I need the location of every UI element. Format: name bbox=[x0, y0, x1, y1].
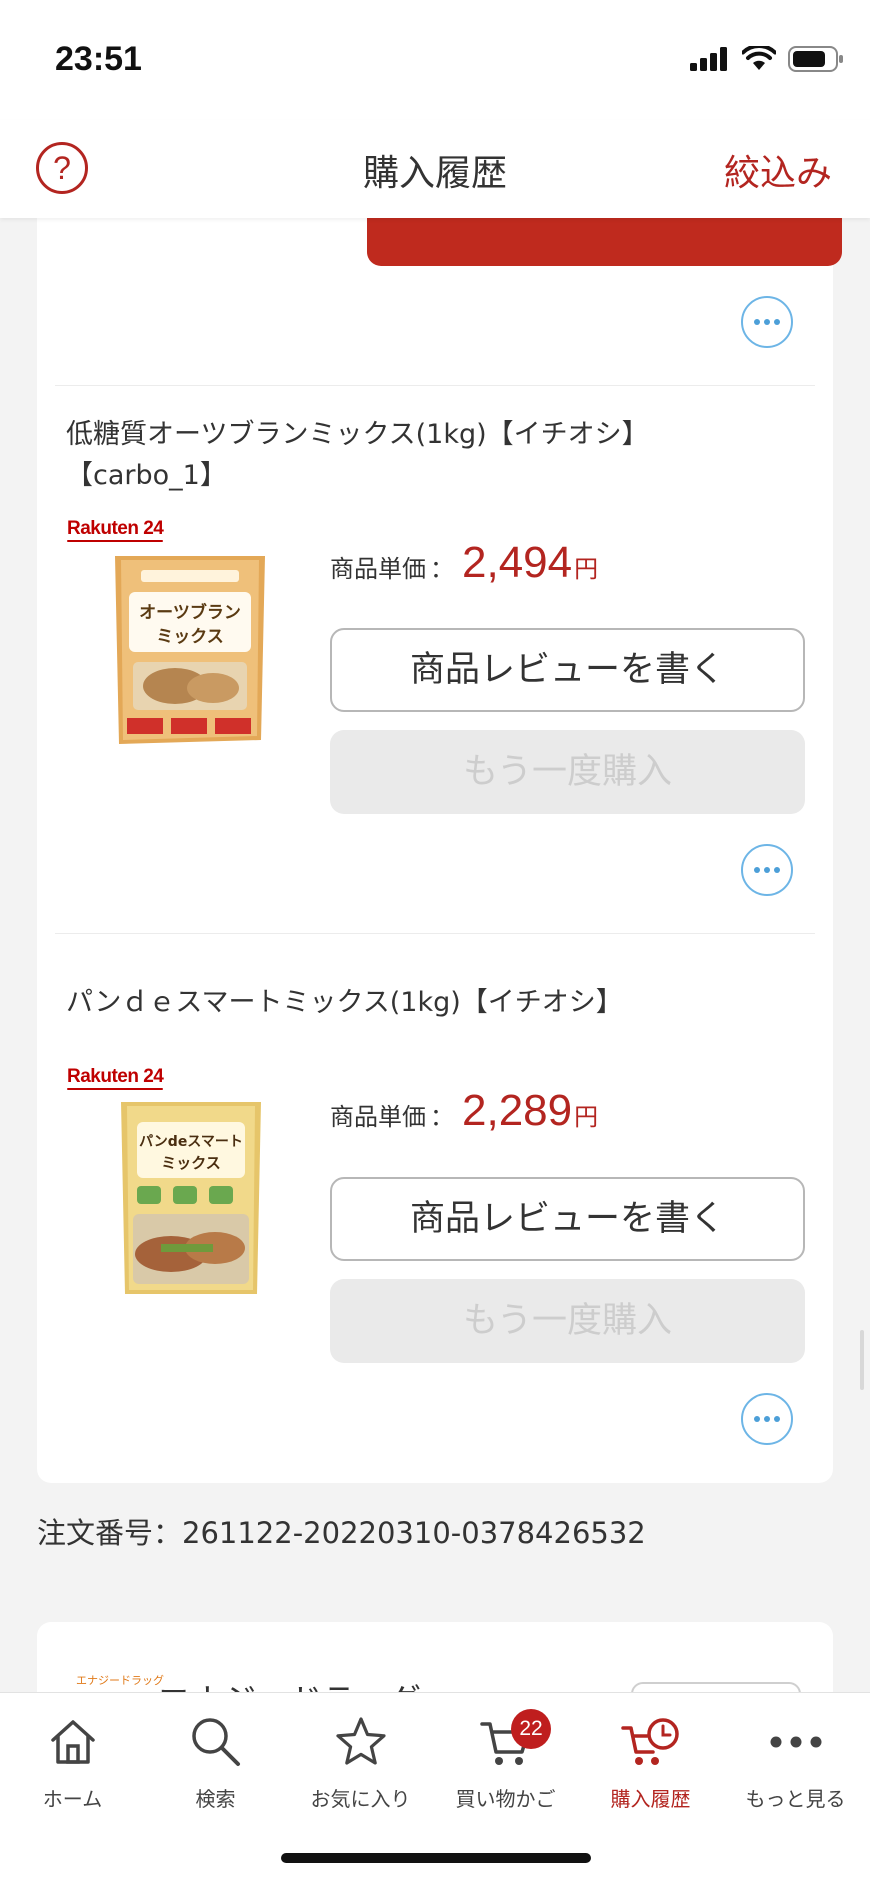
svg-text:オーツブラン: オーツブラン bbox=[139, 602, 241, 623]
product-name[interactable]: パンｄｅスマートミックス(1kg)【イチオシ】 bbox=[66, 982, 746, 1023]
currency-label: 円 bbox=[574, 1103, 599, 1131]
dot-icon bbox=[754, 319, 760, 325]
cart-count-badge: 22 bbox=[511, 1709, 551, 1749]
product-image[interactable]: パンdeスマート ミックス bbox=[111, 1098, 271, 1298]
tab-label: お気に入り bbox=[310, 1787, 411, 1811]
dot-icon bbox=[754, 1416, 760, 1422]
unit-price-colon: ： bbox=[430, 1103, 454, 1131]
status-time: 23:51 bbox=[55, 40, 142, 78]
status-icons bbox=[690, 46, 844, 72]
status-bar: 23:51 bbox=[0, 0, 870, 120]
star-icon bbox=[335, 1717, 386, 1765]
unit-price-label: 商品単価 bbox=[330, 555, 426, 583]
unit-price-value: 2,289 bbox=[462, 1086, 573, 1135]
write-review-button[interactable]: 商品レビューを書く bbox=[330, 1177, 805, 1261]
cellular-signal-icon bbox=[690, 47, 727, 71]
rebuy-button-disabled[interactable]: もう一度購入 bbox=[330, 730, 805, 814]
tab-label: 購入履歴 bbox=[610, 1787, 691, 1811]
tab-more[interactable]: もっと見る bbox=[723, 1711, 868, 1812]
dot-icon bbox=[764, 867, 770, 873]
write-review-button[interactable]: 商品レビューを書く bbox=[330, 628, 805, 712]
more-options-button[interactable] bbox=[741, 844, 793, 896]
purchase-history-icon bbox=[620, 1718, 679, 1765]
dot-icon bbox=[774, 867, 780, 873]
tab-purchase-history[interactable]: 購入履歴 bbox=[578, 1711, 723, 1812]
unit-price: 商品単価 ： 2,289 円 bbox=[330, 1086, 598, 1136]
order-card: もう一度購入 低糖質オーツブランミックス(1kg)【イチオシ】【carbo_1】… bbox=[37, 160, 842, 1483]
svg-text:ミックス: ミックス bbox=[156, 627, 224, 647]
dot-icon bbox=[764, 1416, 770, 1422]
unit-price-colon: ： bbox=[430, 555, 454, 583]
tab-cart[interactable]: 22 買い物かご bbox=[433, 1709, 578, 1812]
tab-favorites[interactable]: お気に入り bbox=[288, 1711, 433, 1812]
item-divider bbox=[55, 933, 815, 934]
rakuten24-logo: Rakuten 24 bbox=[67, 1066, 164, 1090]
home-indicator[interactable] bbox=[281, 1853, 591, 1863]
item-divider bbox=[55, 385, 815, 386]
product-name[interactable]: 低糖質オーツブランミックス(1kg)【イチオシ】【carbo_1】 bbox=[66, 414, 746, 496]
more-options-button[interactable] bbox=[741, 1393, 793, 1445]
tab-label: もっと見る bbox=[745, 1787, 846, 1811]
tab-search[interactable]: 検索 bbox=[143, 1711, 288, 1812]
search-icon bbox=[191, 1718, 240, 1766]
wifi-icon bbox=[742, 46, 776, 70]
unit-price: 商品単価 ： 2,494 円 bbox=[330, 538, 598, 588]
dot-icon bbox=[754, 867, 760, 873]
rebuy-button-disabled[interactable]: もう一度購入 bbox=[330, 1279, 805, 1363]
tab-label: ホーム bbox=[42, 1787, 103, 1811]
order-number: 注文番号：261122-20220310-0378426532 bbox=[37, 1516, 646, 1550]
app-header: ? 購入履歴 絞込み bbox=[0, 120, 870, 218]
battery-icon bbox=[788, 46, 843, 72]
rakuten24-logo: Rakuten 24 bbox=[67, 518, 164, 542]
svg-text:ミックス: ミックス bbox=[161, 1154, 221, 1172]
unit-price-label: 商品単価 bbox=[330, 1103, 426, 1131]
product-image[interactable]: オーツブラン ミックス bbox=[105, 550, 275, 750]
tab-label: 検索 bbox=[195, 1787, 236, 1811]
shop-logo: エナジードラッグ bbox=[76, 1674, 164, 1687]
dot-icon bbox=[774, 319, 780, 325]
svg-text:パンdeスマート: パンdeスマート bbox=[139, 1134, 243, 1150]
unit-price-value: 2,494 bbox=[462, 538, 573, 587]
more-options-button[interactable] bbox=[741, 296, 793, 348]
more-icon bbox=[770, 1736, 821, 1748]
currency-label: 円 bbox=[574, 555, 599, 583]
dot-icon bbox=[764, 319, 770, 325]
tab-home[interactable]: ホーム bbox=[0, 1711, 145, 1812]
scroll-indicator bbox=[860, 1330, 864, 1390]
bottom-tab-bar: ホーム 検索 お気に入り 22 買い物かご 購入履歴 もっと見る bbox=[0, 1692, 870, 1884]
tab-label: 買い物かご bbox=[455, 1787, 556, 1811]
filter-button[interactable]: 絞込み bbox=[724, 144, 832, 196]
home-icon bbox=[50, 1720, 95, 1764]
dot-icon bbox=[774, 1416, 780, 1422]
